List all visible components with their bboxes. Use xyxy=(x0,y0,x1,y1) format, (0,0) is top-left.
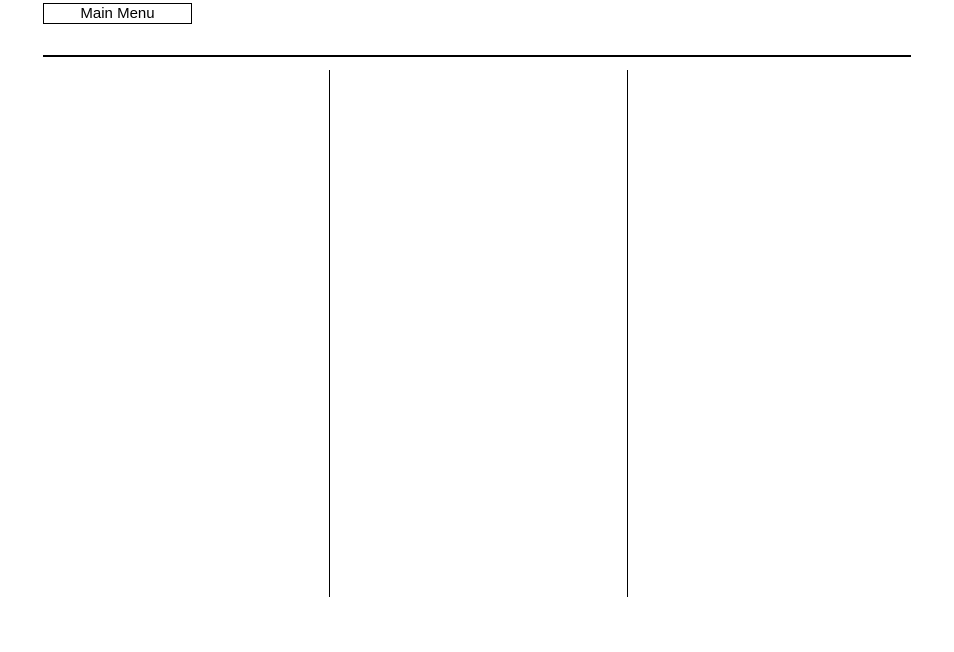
column-divider-right xyxy=(627,70,628,597)
column-divider-left xyxy=(329,70,330,597)
main-menu-button[interactable]: Main Menu xyxy=(43,3,192,24)
horizontal-divider xyxy=(43,55,911,57)
